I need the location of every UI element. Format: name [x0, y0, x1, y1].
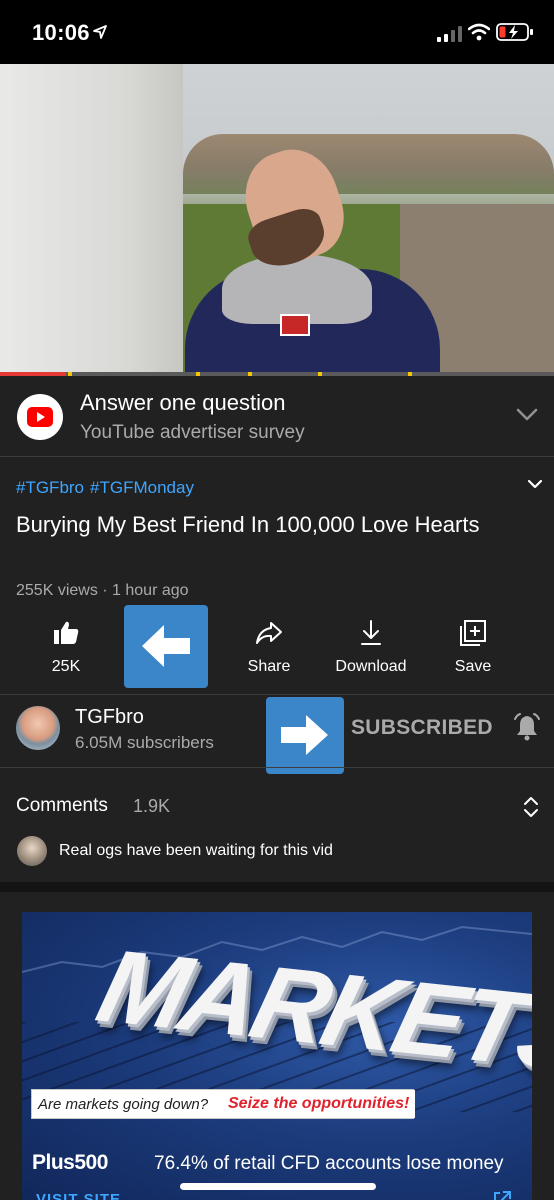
- comments-header[interactable]: Comments: [16, 795, 108, 817]
- video-player[interactable]: [0, 64, 554, 374]
- hashtag-link[interactable]: #TGFbro: [16, 478, 84, 497]
- plus500-logo: Plus500: [32, 1151, 108, 1174]
- thumbs-up-icon: [54, 621, 79, 644]
- subscribed-button[interactable]: SUBSCRIBED: [351, 716, 493, 740]
- cellular-signal-icon: [437, 26, 462, 42]
- youtube-watch-screen: 10:06 Answer one question YouTube advert…: [0, 0, 554, 1200]
- comments-count: 1.9K: [133, 796, 171, 816]
- hashtag-link[interactable]: #TGFMonday: [90, 478, 194, 497]
- location-arrow-icon: [93, 25, 107, 39]
- video-title[interactable]: Burying My Best Friend In 100,000 Love H…: [16, 508, 486, 541]
- like-count: 25K: [51, 658, 81, 675]
- download-label: Download: [335, 658, 407, 675]
- risk-warning: 76.4% of retail CFD accounts lose money: [154, 1153, 504, 1174]
- forward-arrow-overlay[interactable]: [266, 697, 344, 774]
- divider: [0, 456, 554, 457]
- video-meta: 255K views · 1 hour ago: [16, 582, 189, 599]
- expand-description-chevron-icon[interactable]: [527, 479, 543, 491]
- like-button[interactable]: 25K: [21, 618, 111, 682]
- commenter-avatar: [17, 836, 47, 866]
- share-button[interactable]: Share: [224, 618, 314, 682]
- tagline-cta: Seize the opportunities!: [218, 1090, 415, 1118]
- download-icon: [361, 620, 381, 645]
- channel-avatar[interactable]: [16, 706, 60, 750]
- status-time: 10:06: [32, 20, 90, 45]
- plus500-banner-ad[interactable]: MARKETS Are markets going down? Seize th…: [22, 912, 532, 1200]
- tagline-question: Are markets going down?: [38, 1096, 209, 1113]
- back-arrow-overlay[interactable]: [124, 605, 208, 688]
- notification-bell-icon[interactable]: [512, 712, 542, 742]
- hashtags: #TGFbro #TGFMonday: [16, 478, 200, 498]
- top-comment-text[interactable]: Real ogs have been waiting for this vid: [59, 842, 333, 860]
- share-arrow-icon: [256, 622, 282, 644]
- save-to-playlist-icon: [460, 620, 486, 646]
- battery-charging-icon: [496, 23, 533, 41]
- share-label: Share: [247, 658, 291, 675]
- external-link-icon[interactable]: [492, 1190, 512, 1200]
- arrow-left-icon: [142, 625, 190, 667]
- expand-comments-icon[interactable]: [522, 795, 540, 819]
- arrow-right-icon: [281, 715, 328, 755]
- channel-name[interactable]: TGFbro: [75, 706, 144, 729]
- survey-subtitle: YouTube advertiser survey: [80, 422, 305, 443]
- status-bar: 10:06: [0, 0, 554, 64]
- section-divider: [0, 882, 554, 892]
- youtube-logo-icon: [17, 394, 63, 440]
- advertiser-survey-banner[interactable]: Answer one question YouTube advertiser s…: [0, 376, 554, 456]
- chevron-down-icon[interactable]: [516, 408, 538, 422]
- divider: [0, 767, 554, 768]
- home-indicator[interactable]: [180, 1183, 376, 1190]
- download-button[interactable]: Download: [326, 618, 416, 682]
- save-button[interactable]: Save: [428, 618, 518, 682]
- ad-tagline: Are markets going down? Seize the opport…: [31, 1089, 415, 1119]
- wifi-icon: [468, 23, 490, 41]
- survey-title: Answer one question: [80, 390, 286, 415]
- save-label: Save: [454, 658, 492, 675]
- subscriber-count: 6.05M subscribers: [75, 733, 214, 752]
- visit-site-link[interactable]: VISIT SITE: [36, 1191, 121, 1200]
- divider: [0, 694, 554, 695]
